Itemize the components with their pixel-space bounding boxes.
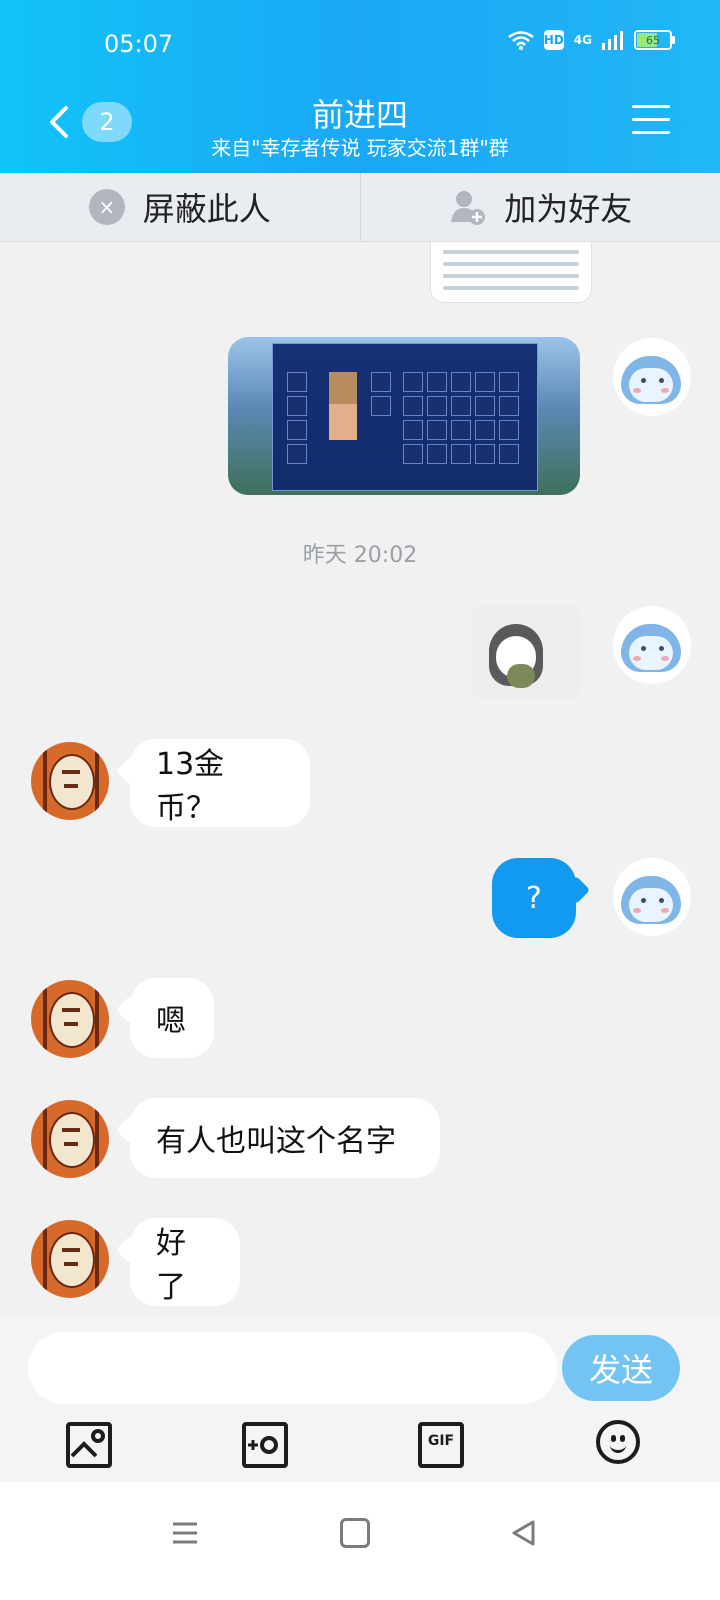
home-icon[interactable] <box>340 1518 370 1548</box>
block-user-button[interactable]: × 屏蔽此人 <box>0 173 360 241</box>
photo-icon[interactable] <box>66 1422 112 1468</box>
add-friend-icon <box>451 191 486 225</box>
message-bubble[interactable]: ? <box>492 858 576 938</box>
wifi-icon <box>508 31 534 50</box>
camera-icon[interactable] <box>242 1422 288 1468</box>
battery-icon: 65 <box>634 30 675 50</box>
message-bubble[interactable]: 好了 <box>130 1218 240 1306</box>
block-user-label: 屏蔽此人 <box>142 190 271 228</box>
page-title: 前进四 <box>311 96 408 134</box>
page-subtitle: 来自"幸存者传说 玩家交流1群"群 <box>211 136 509 160</box>
message-input[interactable] <box>28 1332 557 1404</box>
network-label: 4G <box>573 33 592 47</box>
game-inventory-panel <box>272 343 538 491</box>
sender-avatar[interactable] <box>31 980 109 1058</box>
add-friend-label: 加为好友 <box>504 190 633 228</box>
menu-button[interactable] <box>632 105 670 135</box>
action-bar: × 屏蔽此人 加为好友 <box>0 173 720 242</box>
add-friend-button[interactable]: 加为好友 <box>359 173 720 241</box>
emoji-icon[interactable] <box>596 1420 640 1464</box>
system-back-icon[interactable] <box>508 1518 538 1548</box>
sender-avatar[interactable] <box>31 742 109 820</box>
status-icons: HD 4G 65 <box>508 30 675 50</box>
my-avatar[interactable] <box>613 606 691 684</box>
message-bubble[interactable]: 13金币？ <box>130 739 310 827</box>
game-character <box>329 372 357 444</box>
message-timestamp: 昨天 20:02 <box>302 543 418 568</box>
my-avatar[interactable] <box>613 858 691 936</box>
hd-badge: HD <box>543 30 564 50</box>
signal-icon <box>602 31 623 50</box>
battery-level: 65 <box>646 33 660 47</box>
message-bubble[interactable]: 嗯 <box>130 978 214 1058</box>
sender-avatar[interactable] <box>31 1220 109 1298</box>
chat-header: 05:07 HD 4G 65 2 前进四 来自"幸存者传说 玩家交流1群"群 <box>0 0 720 173</box>
message-bubble[interactable]: 有人也叫这个名字 <box>130 1098 440 1178</box>
send-button[interactable]: 发送 <box>562 1335 680 1401</box>
my-avatar[interactable] <box>613 338 691 416</box>
system-nav-bar <box>0 1482 720 1600</box>
gif-label: GIF <box>427 1433 455 1449</box>
previous-image-message[interactable] <box>430 241 592 303</box>
status-time: 05:07 <box>104 30 174 58</box>
gif-icon[interactable]: GIF <box>418 1422 464 1468</box>
penguin-sticker-message[interactable] <box>471 606 581 698</box>
game-screenshot-message[interactable] <box>228 337 580 495</box>
recent-apps-icon[interactable] <box>170 1518 200 1548</box>
block-icon: × <box>88 189 125 225</box>
sender-avatar[interactable] <box>31 1100 109 1178</box>
